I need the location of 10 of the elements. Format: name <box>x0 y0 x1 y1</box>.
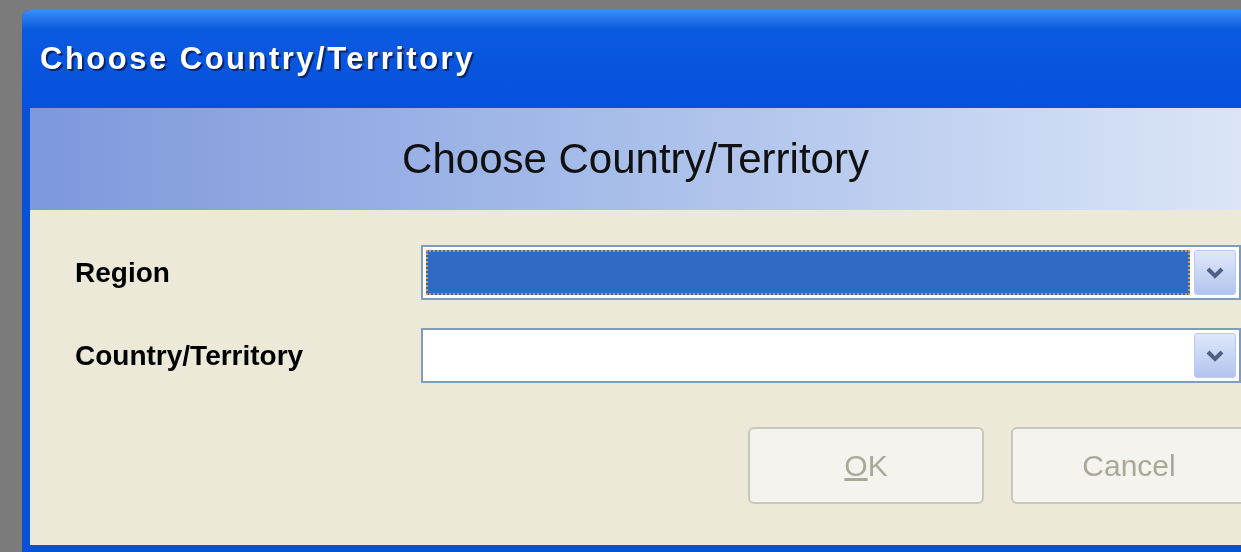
dropdown-arrow-button[interactable] <box>1194 250 1236 295</box>
field-label: Country/Territory <box>75 339 305 372</box>
window-title: Choose Country/Territory <box>40 41 475 77</box>
dropdown-field[interactable] <box>421 328 1241 383</box>
field-label: Region <box>75 256 171 289</box>
header-title: Choose Country/Territory <box>402 135 869 183</box>
chevron-down-icon <box>1205 348 1225 363</box>
chevron-down-icon <box>1205 265 1225 280</box>
dropdown-field[interactable] <box>421 245 1241 300</box>
dropdown-arrow-button[interactable] <box>1194 333 1236 378</box>
